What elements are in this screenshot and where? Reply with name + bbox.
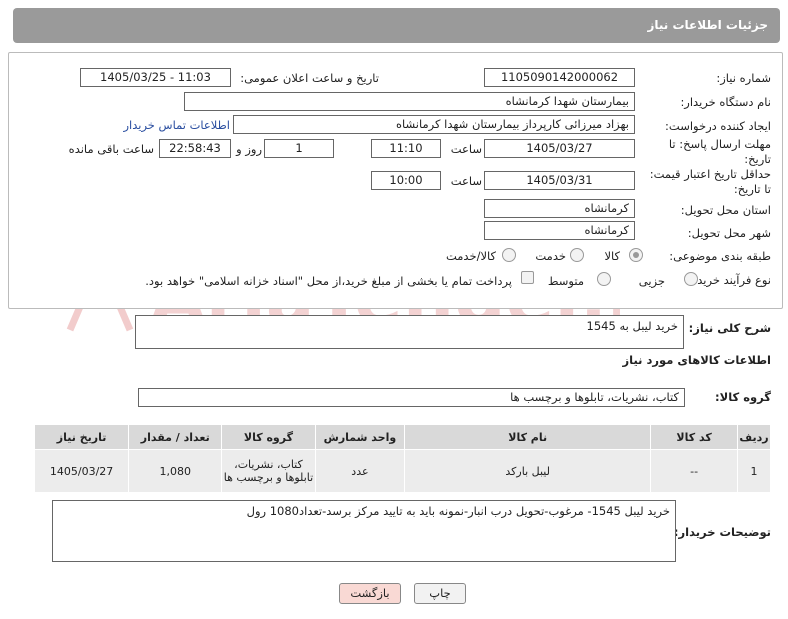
table-row: 1 -- لیبل بارکد عدد کتاب، نشریات، تابلوه… bbox=[33, 449, 771, 493]
page-title: جزئیات اطلاعات نیاز bbox=[647, 18, 768, 32]
cell-unit: عدد bbox=[314, 449, 406, 493]
summary-field: خرید لیبل به 1545 bbox=[135, 315, 684, 349]
buyer-contact-link[interactable]: اطلاعات تماس خریدار bbox=[123, 118, 230, 132]
province-field: کرمانشاه bbox=[484, 199, 635, 218]
category-service-radio[interactable] bbox=[570, 248, 584, 262]
process-minor-label: جزیی bbox=[638, 274, 665, 288]
goods-group-label: گروه کالا: bbox=[715, 390, 771, 404]
cell-date: 1405/03/27 bbox=[33, 449, 130, 493]
goods-section-title: اطلاعات کالاهای مورد نیاز bbox=[622, 353, 771, 367]
reply-deadline-label-2: تاریخ: bbox=[744, 152, 771, 166]
price-date-field: 1405/03/31 bbox=[484, 171, 635, 190]
col-qty-header: تعداد / مقدار bbox=[128, 424, 223, 450]
process-minor-radio[interactable] bbox=[684, 272, 698, 286]
treasury-payment-note: پرداخت تمام یا بخشی از مبلغ خرید،از محل … bbox=[145, 274, 512, 288]
col-date-header: تاریخ نیاز bbox=[33, 424, 130, 450]
category-both-label: کالا/خدمت bbox=[445, 249, 496, 263]
reply-time-field: 11:10 bbox=[371, 139, 441, 158]
remaining-label: ساعت باقی مانده bbox=[68, 142, 154, 156]
reply-deadline-label: مهلت ارسال پاسخ: تا bbox=[668, 137, 771, 151]
col-code-header: کد کالا bbox=[650, 424, 739, 450]
col-name-header: نام کالا bbox=[404, 424, 652, 450]
back-button[interactable]: بازگشت bbox=[339, 583, 401, 604]
goods-table-header-row: ردیف کد کالا نام کالا واحد شمارش گروه کا… bbox=[33, 424, 771, 450]
col-unit-header: واحد شمارش bbox=[314, 424, 406, 450]
process-label: نوع فرآیند خرید : bbox=[689, 273, 771, 287]
remaining-time-field: 22:58:43 bbox=[159, 139, 231, 158]
days-label: روز و bbox=[236, 142, 262, 156]
buyer-notes-label: توضیحات خریدار: bbox=[673, 525, 771, 539]
price-deadline-label: حداقل تاریخ اعتبار قیمت: bbox=[649, 167, 771, 181]
col-row-header: ردیف bbox=[737, 424, 771, 450]
print-button[interactable]: چاپ bbox=[414, 583, 466, 604]
goods-group-field: کتاب، نشریات، تابلوها و برچسب ها bbox=[138, 388, 685, 407]
need-number-field: 1105090142000062 bbox=[484, 68, 635, 87]
province-label: استان محل تحویل: bbox=[680, 203, 771, 217]
reply-date-field: 1405/03/27 bbox=[484, 139, 635, 158]
city-label: شهر محل تحویل: bbox=[687, 226, 771, 240]
col-group-header: گروه کالا bbox=[221, 424, 316, 450]
city-field: کرمانشاه bbox=[484, 221, 635, 240]
reply-time-label: ساعت bbox=[450, 142, 482, 156]
category-goods-label: کالا bbox=[604, 249, 620, 263]
cell-name: لیبل بارکد bbox=[404, 449, 652, 493]
category-label: طبقه بندی موضوعی: bbox=[669, 249, 771, 263]
buyer-notes-field: خرید لیبل 1545- مرغوب-تحویل درب انبار-نم… bbox=[52, 500, 676, 562]
process-medium-radio[interactable] bbox=[597, 272, 611, 286]
page-header: جزئیات اطلاعات نیاز bbox=[13, 8, 780, 43]
days-field: 1 bbox=[264, 139, 334, 158]
cell-row: 1 bbox=[737, 449, 771, 493]
category-goods-radio[interactable] bbox=[629, 248, 643, 262]
buyer-org-label: نام دستگاه خریدار: bbox=[680, 95, 771, 109]
page: جزئیات اطلاعات نیاز AriaTender.neT شماره… bbox=[0, 0, 788, 619]
requester-label: ایجاد کننده درخواست: bbox=[665, 119, 771, 133]
buyer-org-field: بیمارستان شهدا کرمانشاه bbox=[184, 92, 635, 111]
price-deadline-label-2: تا تاریخ: bbox=[733, 182, 771, 196]
summary-label: شرح کلی نیاز: bbox=[688, 321, 771, 335]
category-service-label: خدمت bbox=[535, 249, 566, 263]
treasury-payment-checkbox[interactable] bbox=[521, 271, 534, 284]
price-time-label: ساعت bbox=[450, 174, 482, 188]
goods-table: ردیف کد کالا نام کالا واحد شمارش گروه کا… bbox=[33, 424, 771, 493]
cell-qty: 1,080 bbox=[128, 449, 223, 493]
announce-label: تاریخ و ساعت اعلان عمومی: bbox=[240, 71, 379, 85]
need-number-label: شماره نیاز: bbox=[716, 71, 771, 85]
requester-field: بهزاد میرزائی کارپرداز بیمارستان شهدا کر… bbox=[233, 115, 635, 134]
process-medium-label: متوسط bbox=[547, 274, 584, 288]
price-time-field: 10:00 bbox=[371, 171, 441, 190]
category-both-radio[interactable] bbox=[502, 248, 516, 262]
cell-group: کتاب، نشریات، تابلوها و برچسب ها bbox=[221, 449, 316, 493]
announce-field: 1405/03/25 - 11:03 bbox=[80, 68, 231, 87]
cell-code: -- bbox=[650, 449, 739, 493]
